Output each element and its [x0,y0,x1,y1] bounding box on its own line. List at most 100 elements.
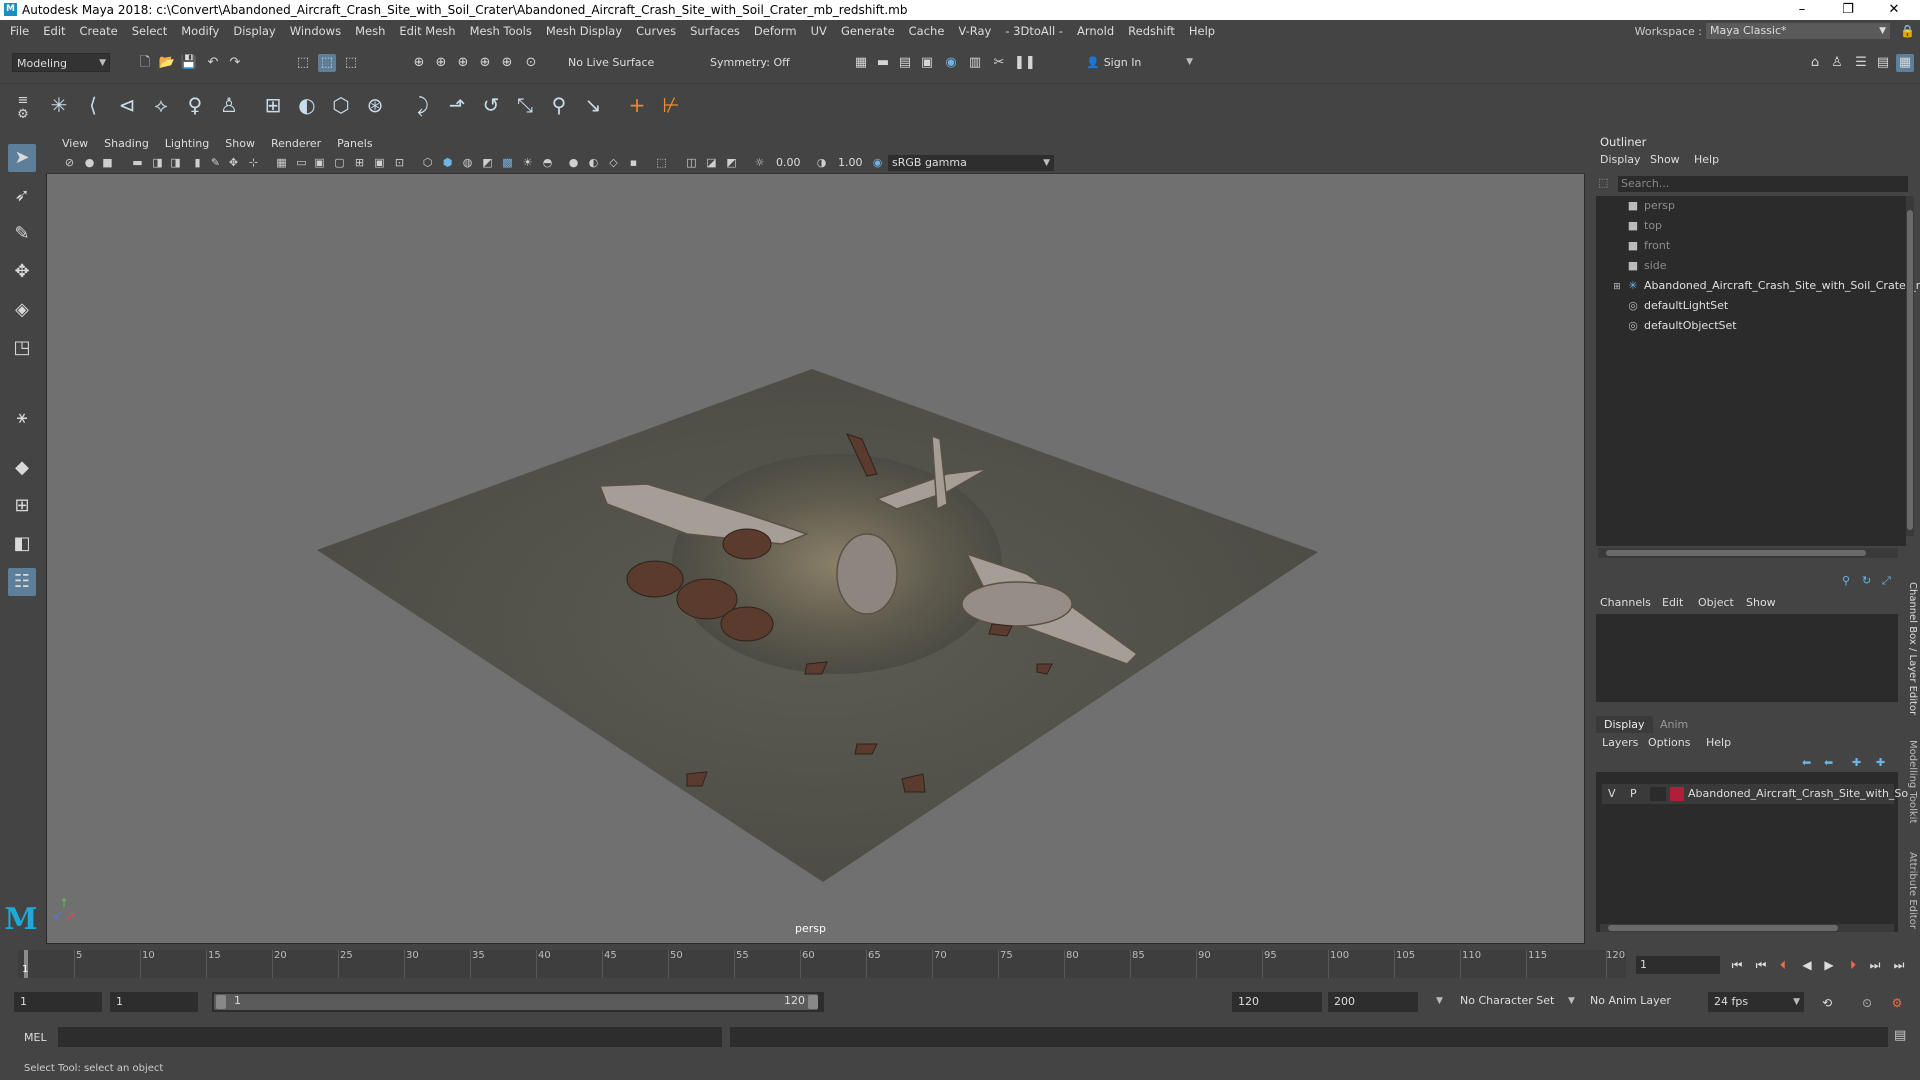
ik-handle-icon[interactable]: ⟨ [78,90,108,120]
bookmark-icon[interactable]: ■ [100,155,115,170]
close-button[interactable]: ✕ [1874,0,1914,20]
animation-preferences-icon[interactable]: ⚙ [1888,993,1906,1013]
outliner-scroll-thumb[interactable] [1606,550,1866,556]
channel-edit-icon[interactable]: ⤢ [1882,574,1891,588]
viewport-menu-shading[interactable]: Shading [96,137,157,150]
character-set-dropdown[interactable]: No Character Set [1460,994,1554,1007]
menu-edit-mesh[interactable]: Edit Mesh [392,24,462,38]
sign-in-button[interactable]: 👤 Sign In ▼ [1082,53,1196,72]
pause-viewport-icon[interactable]: ❚❚ [1014,54,1036,72]
outliner-item-top[interactable]: ■ top [1626,216,1662,236]
grid-icon[interactable]: ▦ [274,155,289,170]
channelbox-menu-edit[interactable]: Edit [1662,596,1683,609]
camera-lock-icon[interactable]: ● [82,155,97,170]
chevron-down-icon[interactable]: ▼ [1436,996,1443,1006]
grid-toggle-icon[interactable]: ⊹ [246,155,261,170]
undo-icon[interactable]: ↶ [204,54,222,72]
symmetry-field[interactable]: Symmetry: Off [706,53,802,72]
menu-curves[interactable]: Curves [629,24,683,38]
menu-modify[interactable]: Modify [174,24,226,38]
open-scene-icon[interactable]: 📂 [158,54,176,72]
maximize-button[interactable]: ❐ [1828,0,1868,20]
quick-rig-icon[interactable]: ♀ [180,90,210,120]
outliner-item-defaultlightset[interactable]: ◎ defaultLightSet [1626,296,1728,316]
outliner-layout-icon[interactable]: ☷ [8,568,36,596]
viewport-canvas[interactable]: ↗ ↑ ↙ [47,174,1584,943]
mode-dropdown[interactable]: Modeling ▼ [12,53,110,72]
layer-menu-layers[interactable]: Layers [1602,736,1638,749]
layer-menu-options[interactable]: Options [1648,736,1690,749]
tab-display[interactable]: Display [1596,716,1653,733]
live-surface-field[interactable]: No Live Surface [564,53,664,72]
color-management-icon[interactable]: ◉ [870,155,885,170]
gamma-icon[interactable]: ◑ [814,155,829,170]
viewport-menu-view[interactable]: View [54,137,96,150]
step-forward-frame-icon[interactable]: ⏵ [1844,955,1862,975]
channel-key-icon[interactable]: ⚲ [1842,574,1850,587]
layer-move-down-icon[interactable]: ⬅ [1824,756,1833,769]
locator-icon[interactable]: + [622,90,652,120]
image-plane-icon[interactable]: ◨ [168,155,183,170]
menu-arnold[interactable]: Arnold [1070,24,1121,38]
mel-command-input[interactable] [58,1027,722,1047]
joint-tool-icon[interactable]: ✳ [44,90,74,120]
human-ik-icon[interactable]: ♙ [214,90,244,120]
layer-move-up-icon[interactable]: ⬅ [1802,756,1811,769]
auto-key-icon[interactable]: ⏲ [1858,993,1876,1013]
wireframe-icon[interactable]: ⬡ [420,155,435,170]
channel-box-icon[interactable]: ▦ [1896,54,1914,72]
outliner-search-input[interactable]: Search... [1618,176,1908,192]
channelbox-menu-channels[interactable]: Channels [1600,596,1651,609]
menu-vray[interactable]: V-Ray [951,24,998,38]
animation-start-field[interactable]: 1 [14,992,102,1012]
outliner-menu-display[interactable]: Display [1600,153,1641,166]
bind-skin-icon[interactable]: ⊞ [258,90,288,120]
animation-end-field[interactable]: 200 [1328,992,1418,1012]
snap-view-plane-icon[interactable]: ⊕ [498,54,516,72]
viewport-menu-show[interactable]: Show [217,137,263,150]
menu-3dtoall[interactable]: - 3DtoAll - [998,24,1070,38]
field-chart-icon[interactable]: ⊞ [352,155,367,170]
render-view-icon[interactable]: ▦ [852,54,870,72]
filter-icon[interactable]: ⬚ [1598,176,1608,189]
viewport-menu-lighting[interactable]: Lighting [157,137,217,150]
outliner-item-front[interactable]: ■ front [1626,236,1670,256]
layer-menu-help[interactable]: Help [1706,736,1731,749]
loop-icon[interactable]: ⟲ [1818,993,1836,1013]
layer-row[interactable]: V P Abandoned_Aircraft_Crash_Site_with_S… [1602,784,1908,804]
colorspace-dropdown[interactable]: sRGB gamma ▼ [888,155,1054,171]
textured-icon[interactable]: ◩ [480,155,495,170]
step-forward-key-icon[interactable]: ⏭ [1866,955,1884,975]
new-layer-selected-icon[interactable]: ✚ [1876,756,1885,769]
single-view-icon[interactable]: ◆ [8,454,36,482]
menu-mesh-tools[interactable]: Mesh Tools [463,24,539,38]
menu-mesh[interactable]: Mesh [348,24,392,38]
xray-active-icon[interactable]: ◪ [704,155,719,170]
anti-aliasing-icon[interactable]: ◐ [586,155,601,170]
insert-joint-icon[interactable]: ⟡ [146,90,176,120]
step-back-frame-icon[interactable]: ⏴ [1774,955,1792,975]
camera-attributes-icon[interactable]: ◨ [150,155,165,170]
lattice-icon[interactable]: ⬡ [326,90,356,120]
tool-settings-icon[interactable]: ▤ [1874,54,1892,72]
constraint-point-icon[interactable]: ⤸ [408,90,438,120]
lock-icon[interactable]: 🔒 [1900,24,1915,38]
xray-icon[interactable]: ⬚ [654,155,669,170]
viewport-menu-panels[interactable]: Panels [329,137,380,150]
hypershade-icon[interactable]: ◉ [942,54,960,72]
gate-mask-icon[interactable]: ▢ [332,155,347,170]
motion-blur-icon[interactable]: ● [566,155,581,170]
move-tool-icon[interactable]: ✥ [8,258,36,286]
isolate-select-icon[interactable]: ▪ [626,155,641,170]
xray-joints-icon[interactable]: ◫ [684,155,699,170]
menu-create[interactable]: Create [73,24,125,38]
menu-edit[interactable]: Edit [36,24,72,38]
menu-select[interactable]: Select [125,24,174,38]
select-component-icon[interactable]: ⬚ [342,54,360,72]
bookmark-2-icon[interactable]: ▮ [190,155,205,170]
constraint-orient-icon[interactable]: ↺ [476,90,506,120]
side-tab-modelling-toolkit[interactable]: Modelling Toolkit [1907,740,1918,823]
rotate-tool-icon[interactable]: ◈ [8,296,36,324]
channelbox-menu-show[interactable]: Show [1746,596,1776,609]
snap-curve-icon[interactable]: ⊕ [432,54,450,72]
